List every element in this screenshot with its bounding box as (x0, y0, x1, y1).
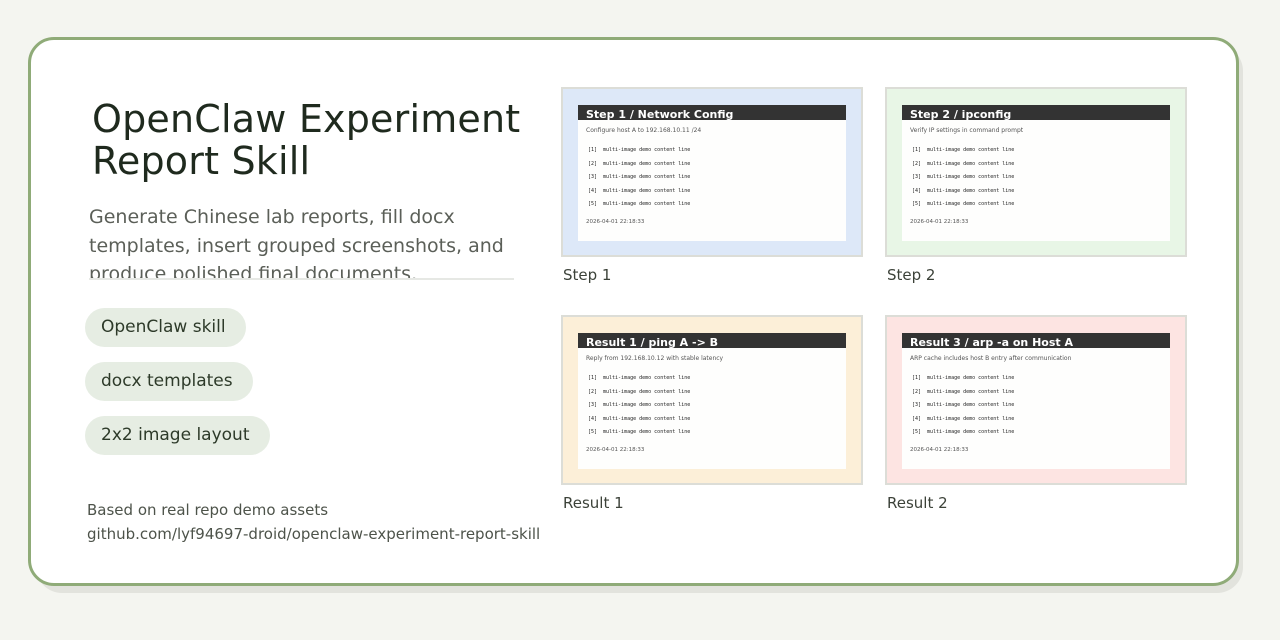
page-title: OpenClaw Experiment Report Skill (92, 97, 521, 183)
screenshot-lines: [1] multi-image demo content line [2] mult… (578, 372, 846, 440)
repo-link[interactable]: github.com/lyf94697-droid/openclaw-exper… (87, 525, 540, 543)
screenshot-line: [5] multi-image demo content line (588, 201, 691, 208)
screenshot-description: ARP cache includes host B entry after co… (910, 355, 1072, 362)
screenshot-line: [5] multi-image demo content line (912, 201, 1015, 208)
subtitle-divider (89, 278, 514, 280)
screenshot-timestamp: 2026-04-01 22:18:33 (586, 446, 645, 453)
thumbnail-result-2[interactable]: Result 3 / arp -a on Host A ARP cache in… (885, 315, 1187, 485)
screenshot-line: [3] multi-image demo content line (912, 174, 1015, 181)
screenshot-heading: Result 1 / ping A -> B (578, 333, 846, 348)
screenshot-line: [5] multi-image demo content line (912, 429, 1015, 436)
screenshot-line: [2] multi-image demo content line (588, 388, 691, 395)
screenshot-timestamp: 2026-04-01 22:18:33 (586, 218, 645, 225)
screenshot-line: [3] multi-image demo content line (588, 174, 691, 181)
screenshot-line: [1] multi-image demo content line (912, 147, 1015, 153)
screenshot-line: [2] multi-image demo content line (912, 160, 1015, 167)
thumbnail-caption-result-2: Result 2 (887, 494, 948, 512)
page-subtitle: Generate Chinese lab reports, fill docx … (89, 206, 504, 279)
screenshot-line: [5] multi-image demo content line (588, 429, 691, 436)
screenshot-line: [1] multi-image demo content line (588, 147, 691, 153)
tag-openclaw-skill: OpenClaw skill (85, 308, 246, 347)
screenshot-line: [2] multi-image demo content line (912, 388, 1015, 395)
screenshot-line: [4] multi-image demo content line (588, 415, 691, 422)
tag-docx-templates: docx templates (85, 362, 253, 401)
thumbnail-caption-step-2: Step 2 (887, 266, 936, 284)
screenshot-sheet: Result 1 / ping A -> B Reply from 192.16… (578, 333, 846, 469)
thumbnail-step-1[interactable]: Step 1 / Network Config Configure host A… (561, 87, 863, 257)
screenshot-description: Reply from 192.168.10.12 with stable lat… (586, 355, 724, 362)
screenshot-timestamp: 2026-04-01 22:18:33 (910, 446, 969, 453)
screenshot-line: [3] multi-image demo content line (588, 402, 691, 409)
thumbnail-result-1[interactable]: Result 1 / ping A -> B Reply from 192.16… (561, 315, 863, 485)
screenshot-line: [4] multi-image demo content line (912, 187, 1015, 194)
screenshot-timestamp: 2026-04-01 22:18:33 (910, 218, 969, 225)
thumbnail-caption-result-1: Result 1 (563, 494, 624, 512)
thumbnail-step-2[interactable]: Step 2 / ipconfig Verify IP settings in … (885, 87, 1187, 257)
screenshot-line: [2] multi-image demo content line (588, 160, 691, 167)
screenshot-lines: [1] multi-image demo content line [2] mult… (578, 144, 846, 212)
screenshot-heading: Result 3 / arp -a on Host A (902, 333, 1170, 348)
hero-card: OpenClaw Experiment Report Skill Generat… (28, 37, 1239, 586)
screenshot-description: Configure host A to 192.168.10.11 /24 (586, 127, 702, 134)
screenshot-sheet: Step 1 / Network Config Configure host A… (578, 105, 846, 241)
screenshot-lines: [1] multi-image demo content line [2] mult… (902, 372, 1170, 440)
screenshot-heading: Step 2 / ipconfig (902, 105, 1170, 120)
screenshot-lines: [1] multi-image demo content line [2] mult… (902, 144, 1170, 212)
tag-image-layout: 2x2 image layout (85, 416, 270, 455)
screenshot-line: [4] multi-image demo content line (588, 187, 691, 194)
screenshot-description: Verify IP settings in command prompt (910, 127, 1024, 134)
screenshot-line: [1] multi-image demo content line (912, 375, 1015, 381)
screenshot-sheet: Result 3 / arp -a on Host A ARP cache in… (902, 333, 1170, 469)
thumbnail-caption-step-1: Step 1 (563, 266, 612, 284)
footer-note: Based on real repo demo assets (87, 501, 329, 519)
screenshot-line: [1] multi-image demo content line (588, 375, 691, 381)
screenshot-line: [4] multi-image demo content line (912, 415, 1015, 422)
screenshot-sheet: Step 2 / ipconfig Verify IP settings in … (902, 105, 1170, 241)
screenshot-line: [3] multi-image demo content line (912, 402, 1015, 409)
screenshot-heading: Step 1 / Network Config (578, 105, 846, 120)
